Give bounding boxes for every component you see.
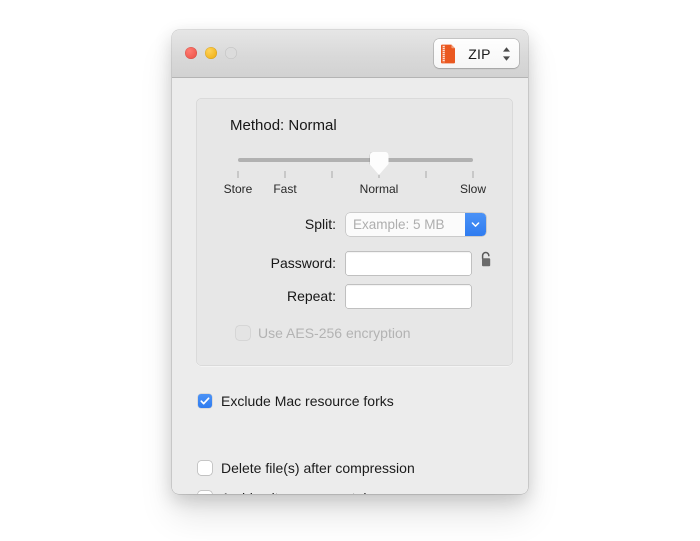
split-size-combobox[interactable]: Example: 5 MB — [346, 212, 486, 236]
aes-encryption-row: Use AES-256 encryption — [236, 325, 411, 341]
screenshot-canvas: ZIP Method: Normal Store Fast Normal Slo… — [0, 0, 700, 541]
aes-encryption-label: Use AES-256 encryption — [258, 325, 411, 341]
slider-tick — [472, 171, 474, 178]
split-size-placeholder: Example: 5 MB — [353, 216, 445, 232]
password-label: Password: — [270, 255, 336, 271]
slider-tick — [237, 171, 239, 178]
zip-file-icon — [441, 44, 455, 63]
password-field[interactable] — [346, 251, 471, 275]
archive-separately-checkbox[interactable] — [198, 491, 212, 494]
repeat-password-field[interactable] — [346, 284, 471, 308]
repeat-label: Repeat: — [286, 288, 336, 304]
split-size-dropdown-button[interactable] — [465, 212, 486, 236]
slider-track[interactable] — [238, 158, 473, 162]
compression-method-slider[interactable]: Store Fast Normal Slow — [224, 152, 486, 200]
delete-after-compression-row[interactable]: Delete file(s) after compression — [198, 460, 415, 476]
slider-label-normal: Normal — [359, 182, 399, 196]
up-down-chevron-icon — [503, 46, 510, 61]
exclude-resource-forks-row[interactable]: Exclude Mac resource forks — [198, 393, 394, 409]
unlocked-padlock-icon — [481, 251, 491, 267]
archive-separately-row[interactable]: Archive items separately — [198, 490, 374, 494]
slider-tick-marks — [237, 171, 474, 178]
password-row: Password: — [196, 251, 513, 275]
slider-label-store: Store — [223, 182, 253, 196]
compression-settings-window: ZIP Method: Normal Store Fast Normal Slo… — [172, 30, 528, 494]
chevron-down-icon — [471, 221, 480, 227]
checkmark-icon — [200, 397, 210, 405]
close-window-button[interactable] — [185, 47, 197, 59]
method-title: Method: Normal — [230, 117, 337, 134]
delete-after-compression-label: Delete file(s) after compression — [221, 460, 415, 476]
archive-format-popup-button[interactable]: ZIP — [434, 39, 519, 68]
compression-settings-panel: Method: Normal Store Fast Normal Slow Sp… — [196, 98, 513, 366]
archive-format-label: ZIP — [468, 45, 491, 62]
archive-separately-label: Archive items separately — [221, 490, 374, 494]
delete-after-compression-checkbox[interactable] — [198, 461, 212, 475]
zoom-window-button — [225, 47, 237, 59]
split-row: Split: Example: 5 MB — [196, 212, 513, 236]
exclude-resource-forks-label: Exclude Mac resource forks — [221, 393, 394, 409]
slider-label-fast: Fast — [273, 182, 297, 196]
slider-tick — [425, 171, 427, 178]
slider-label-group: Store Fast Normal Slow — [224, 182, 486, 200]
split-label: Split: — [304, 216, 336, 232]
window-titlebar[interactable]: ZIP — [172, 30, 528, 78]
slider-tick — [331, 171, 333, 178]
traffic-light-group — [185, 47, 237, 59]
slider-label-slow: Slow — [459, 182, 487, 196]
repeat-row: Repeat: — [196, 284, 513, 308]
exclude-resource-forks-checkbox[interactable] — [198, 394, 212, 408]
slider-tick — [284, 171, 286, 178]
minimize-window-button[interactable] — [205, 47, 217, 59]
window-content: Method: Normal Store Fast Normal Slow Sp… — [172, 78, 528, 494]
aes-encryption-checkbox — [236, 326, 250, 340]
